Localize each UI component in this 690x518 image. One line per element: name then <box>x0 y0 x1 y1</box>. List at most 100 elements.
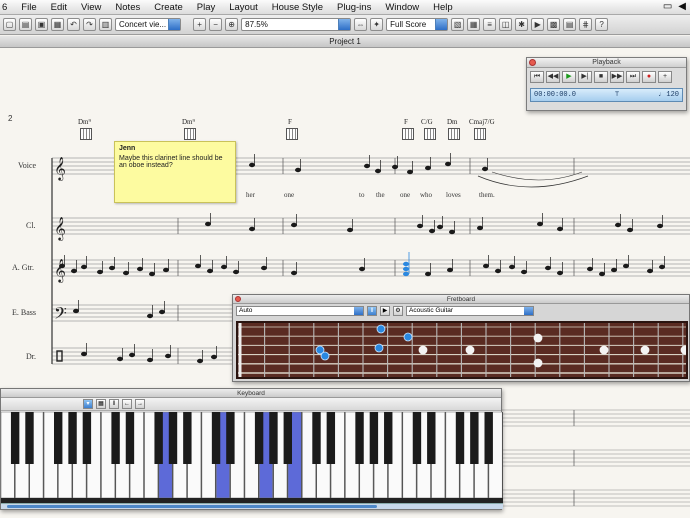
ideas-icon[interactable]: ✱ <box>515 18 529 31</box>
playback-options-button[interactable]: + <box>658 71 672 83</box>
menu-notes[interactable]: Notes <box>108 2 147 13</box>
play-from-start-button[interactable]: ▶| <box>578 71 592 83</box>
volume-icon[interactable]: ◀ <box>678 1 686 12</box>
panorama-icon[interactable]: ⇔ <box>354 18 368 31</box>
view-toggle-icon[interactable]: ▥ <box>99 18 112 31</box>
save-icon[interactable]: ▣ <box>35 18 48 31</box>
stop-button[interactable]: ■ <box>594 71 608 83</box>
view-select[interactable]: Concert vie... <box>115 18 182 31</box>
note-head <box>71 268 77 274</box>
fretboard[interactable] <box>236 321 690 379</box>
octave-down-icon[interactable]: ← <box>122 399 132 409</box>
zoom-in-icon[interactable]: + <box>193 18 207 31</box>
undo-icon[interactable]: ↶ <box>67 18 80 31</box>
menu-help[interactable]: Help <box>426 2 460 13</box>
note-head <box>392 164 398 170</box>
piano-keys[interactable] <box>0 411 503 504</box>
menu-view[interactable]: View <box>74 2 108 13</box>
video-icon[interactable]: ▩ <box>547 18 561 31</box>
keyboard-scrollbar[interactable] <box>1 503 503 509</box>
note-head <box>359 266 365 272</box>
keyboard-mode-icon[interactable]: ▾ <box>83 399 93 409</box>
note-head <box>429 228 435 234</box>
score-view-select[interactable]: Full Score <box>386 18 449 31</box>
piano-black-key <box>484 412 493 464</box>
menu-tray: ▭ ◀ <box>663 1 686 12</box>
record-button[interactable]: ● <box>642 71 656 83</box>
keyboard-title: Keyboard <box>237 390 265 397</box>
rewind-to-start-button[interactable]: ⏮ <box>530 71 544 83</box>
playback-title: Playback <box>592 59 621 66</box>
mixer-icon[interactable]: ≡ <box>483 18 497 31</box>
menu-layout[interactable]: Layout <box>222 2 265 13</box>
fast-forward-button[interactable]: ▶▶ <box>610 71 624 83</box>
fretboard-note <box>403 332 413 342</box>
zoom-out-icon[interactable]: − <box>209 18 223 31</box>
piano-keyboard[interactable] <box>0 411 503 499</box>
comment-text[interactable]: Maybe this clarinet line should be an ob… <box>119 155 231 169</box>
help-icon[interactable]: ? <box>595 18 609 31</box>
app-menu[interactable]: 6 <box>0 2 14 13</box>
note-head <box>149 271 155 277</box>
note-head <box>81 264 87 270</box>
piano-black-key <box>154 412 163 464</box>
close-icon[interactable] <box>235 296 241 302</box>
note-head <box>249 162 255 168</box>
note-head <box>364 163 370 169</box>
keyboard-title-bar[interactable]: Keyboard <box>1 389 501 398</box>
comment-sticky-note[interactable]: Jenn Maybe this clarinet line should be … <box>114 141 236 203</box>
playback-title-bar[interactable]: Playback <box>527 58 686 68</box>
keyboard-scroll-thumb[interactable] <box>7 505 377 508</box>
note-head <box>207 268 213 274</box>
piano-black-key <box>369 412 379 464</box>
playback-icon[interactable]: ▶ <box>531 18 545 31</box>
menu-plugins[interactable]: Plug-ins <box>330 2 378 13</box>
step-forward-icon[interactable]: ▶ <box>380 306 390 316</box>
go-to-end-button[interactable]: ⏭ <box>626 71 640 83</box>
redo-icon[interactable]: ↷ <box>83 18 96 31</box>
zoom-tool-icon[interactable]: ⊕ <box>225 18 239 31</box>
note-head <box>147 313 153 319</box>
piano-black-key <box>427 412 436 464</box>
menu-edit[interactable]: Edit <box>44 2 74 13</box>
magic-icon[interactable]: ✦ <box>370 18 384 31</box>
keyboard-icon[interactable]: ▤ <box>563 18 577 31</box>
menu-file[interactable]: File <box>14 2 43 13</box>
piano-black-key <box>54 412 63 464</box>
keyboard-layout-icon[interactable]: ▦ <box>96 399 106 409</box>
zoom-select[interactable]: 87.5% <box>241 18 352 31</box>
properties-icon[interactable]: ◫ <box>499 18 513 31</box>
fret-inlay <box>418 345 428 355</box>
menu-house-style[interactable]: House Style <box>265 2 330 13</box>
piano-black-key <box>25 412 34 464</box>
fretboard-icon[interactable]: ⋕ <box>579 18 593 31</box>
note-head <box>627 227 633 233</box>
navigator-icon[interactable]: ▧ <box>451 18 465 31</box>
keyboard-pause-icon[interactable]: ‖ <box>109 399 119 409</box>
screen-icon[interactable]: ▭ <box>663 1 672 12</box>
octave-up-icon[interactable]: → <box>135 399 145 409</box>
new-file-icon[interactable]: ▢ <box>3 18 16 31</box>
piano-black-key <box>254 412 264 464</box>
pause-icon[interactable]: ‖ <box>367 306 377 316</box>
note-head <box>545 265 551 271</box>
play-button[interactable]: ▶ <box>562 71 576 83</box>
note-head <box>123 270 129 276</box>
menu-play[interactable]: Play <box>190 2 222 13</box>
fretboard-instrument-select[interactable]: Acoustic Guitar <box>406 306 534 316</box>
keypad-icon[interactable]: ▦ <box>467 18 481 31</box>
print-icon[interactable]: ▦ <box>51 18 64 31</box>
menu-create[interactable]: Create <box>147 2 190 13</box>
menu-window[interactable]: Window <box>378 2 426 13</box>
fretboard-settings-icon[interactable]: ⚙ <box>393 306 403 316</box>
playback-display: 00:00:00.0 ⊤ ♩ 120 <box>530 88 683 102</box>
fretboard-strings[interactable] <box>238 323 690 377</box>
open-folder-icon[interactable]: ▤ <box>19 18 32 31</box>
fretboard-title-bar[interactable]: Fretboard <box>233 295 689 304</box>
rewind-button[interactable]: ◀◀ <box>546 71 560 83</box>
note-head <box>657 223 663 229</box>
close-icon[interactable] <box>529 59 536 66</box>
note-head <box>445 161 451 167</box>
fretboard-mode-select[interactable]: Auto <box>236 306 364 316</box>
timeline-slider-icon[interactable]: ⊤ <box>615 89 619 101</box>
